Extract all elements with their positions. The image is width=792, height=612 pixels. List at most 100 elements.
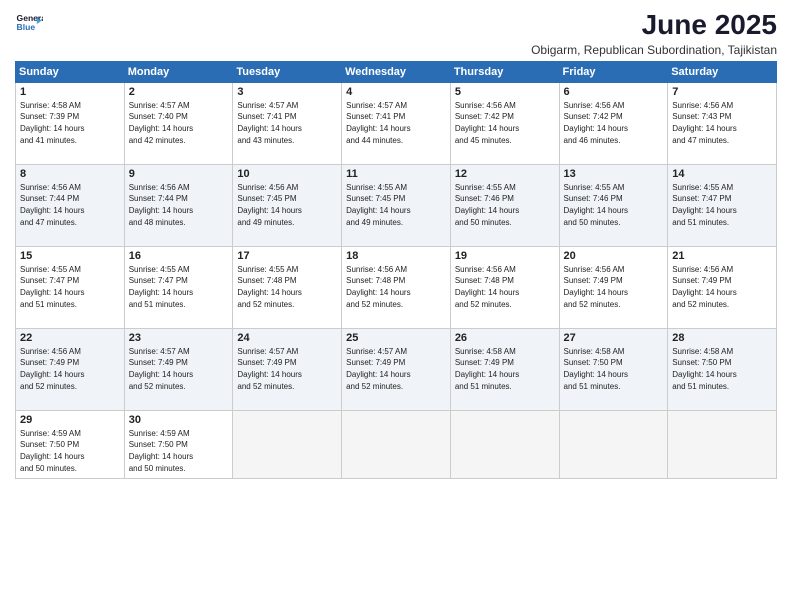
day-info: Sunrise: 4:55 AM Sunset: 7:48 PM Dayligh… (237, 264, 337, 310)
day-info: Sunrise: 4:58 AM Sunset: 7:39 PM Dayligh… (20, 100, 120, 146)
day-number: 3 (237, 86, 337, 98)
table-row: 27 Sunrise: 4:58 AM Sunset: 7:50 PM Dayli… (559, 328, 668, 410)
day-number: 1 (20, 86, 120, 98)
day-info: Sunrise: 4:58 AM Sunset: 7:49 PM Dayligh… (455, 346, 555, 392)
day-info: Sunrise: 4:58 AM Sunset: 7:50 PM Dayligh… (564, 346, 664, 392)
table-row (450, 410, 559, 478)
table-row: 19Sunrise: 4:56 AM Sunset: 7:48 PM Dayli… (450, 246, 559, 328)
day-info: Sunrise: 4:56 AM Sunset: 7:48 PM Dayligh… (346, 264, 446, 310)
col-sunday: Sunday (16, 61, 125, 82)
table-row: 23Sunrise: 4:57 AM Sunset: 7:49 PM Dayli… (124, 328, 233, 410)
table-row (668, 410, 777, 478)
day-info: Sunrise: 4:56 AM Sunset: 7:44 PM Dayligh… (129, 182, 229, 228)
day-number: 7 (672, 86, 772, 98)
day-info: Sunrise: 4:55 AM Sunset: 7:46 PM Dayligh… (564, 182, 664, 228)
day-info: Sunrise: 4:57 AM Sunset: 7:49 PM Dayligh… (237, 346, 337, 392)
calendar-header: Sunday Monday Tuesday Wednesday Thursday… (16, 61, 777, 82)
day-number: 23 (129, 332, 229, 344)
month-title: June 2025 (531, 10, 777, 41)
day-info: Sunrise: 4:59 AM Sunset: 7:50 PM Dayligh… (20, 428, 120, 474)
day-info: Sunrise: 4:56 AM Sunset: 7:49 PM Dayligh… (564, 264, 664, 310)
day-number: 14 (672, 168, 772, 180)
header-row: Sunday Monday Tuesday Wednesday Thursday… (16, 61, 777, 82)
day-info: Sunrise: 4:56 AM Sunset: 7:44 PM Dayligh… (20, 182, 120, 228)
table-row (233, 410, 342, 478)
day-info: Sunrise: 4:56 AM Sunset: 7:42 PM Dayligh… (455, 100, 555, 146)
day-info: Sunrise: 4:57 AM Sunset: 7:41 PM Dayligh… (237, 100, 337, 146)
subtitle: Obigarm, Republican Subordination, Tajik… (531, 43, 777, 57)
day-number: 4 (346, 86, 446, 98)
title-block: June 2025 Obigarm, Republican Subordinat… (531, 10, 777, 57)
table-row: 9 Sunrise: 4:56 AM Sunset: 7:44 PM Daylig… (124, 164, 233, 246)
calendar-body: 1 Sunrise: 4:58 AM Sunset: 7:39 PM Daylig… (16, 82, 777, 478)
day-number: 9 (129, 168, 229, 180)
day-info: Sunrise: 4:55 AM Sunset: 7:47 PM Dayligh… (20, 264, 120, 310)
table-row: 1 Sunrise: 4:58 AM Sunset: 7:39 PM Daylig… (16, 82, 125, 164)
table-row (559, 410, 668, 478)
day-number: 12 (455, 168, 555, 180)
table-row: 3 Sunrise: 4:57 AM Sunset: 7:41 PM Daylig… (233, 82, 342, 164)
table-row: 6Sunrise: 4:56 AM Sunset: 7:42 PM Daylig… (559, 82, 668, 164)
table-row: 25 Sunrise: 4:57 AM Sunset: 7:49 PM Dayli… (342, 328, 451, 410)
table-row: 13 Sunrise: 4:55 AM Sunset: 7:46 PM Dayli… (559, 164, 668, 246)
day-number: 25 (346, 332, 446, 344)
table-row: 18 Sunrise: 4:56 AM Sunset: 7:48 PM Dayli… (342, 246, 451, 328)
col-wednesday: Wednesday (342, 61, 451, 82)
table-row: 10 Sunrise: 4:56 AM Sunset: 7:45 PM Dayli… (233, 164, 342, 246)
day-number: 19 (455, 250, 555, 262)
day-info: Sunrise: 4:55 AM Sunset: 7:46 PM Dayligh… (455, 182, 555, 228)
table-row: 12 Sunrise: 4:55 AM Sunset: 7:46 PM Dayli… (450, 164, 559, 246)
table-row: 28 Sunrise: 4:58 AM Sunset: 7:50 PM Dayli… (668, 328, 777, 410)
day-number: 5 (455, 86, 555, 98)
day-number: 18 (346, 250, 446, 262)
day-number: 16 (129, 250, 229, 262)
day-number: 28 (672, 332, 772, 344)
day-info: Sunrise: 4:56 AM Sunset: 7:49 PM Dayligh… (20, 346, 120, 392)
day-number: 22 (20, 332, 120, 344)
day-info: Sunrise: 4:57 AM Sunset: 7:40 PM Dayligh… (129, 100, 229, 146)
col-monday: Monday (124, 61, 233, 82)
calendar: Sunday Monday Tuesday Wednesday Thursday… (15, 61, 777, 479)
day-number: 10 (237, 168, 337, 180)
day-number: 2 (129, 86, 229, 98)
day-number: 29 (20, 414, 120, 426)
logo: General Blue (15, 10, 43, 38)
day-number: 11 (346, 168, 446, 180)
col-thursday: Thursday (450, 61, 559, 82)
table-row: 2 Sunrise: 4:57 AM Sunset: 7:40 PM Daylig… (124, 82, 233, 164)
day-number: 30 (129, 414, 229, 426)
day-info: Sunrise: 4:58 AM Sunset: 7:50 PM Dayligh… (672, 346, 772, 392)
table-row: 11 Sunrise: 4:55 AM Sunset: 7:45 PM Dayli… (342, 164, 451, 246)
day-number: 15 (20, 250, 120, 262)
day-info: Sunrise: 4:57 AM Sunset: 7:49 PM Dayligh… (346, 346, 446, 392)
day-info: Sunrise: 4:59 AM Sunset: 7:50 PM Dayligh… (129, 428, 229, 474)
table-row: 29 Sunrise: 4:59 AM Sunset: 7:50 PM Dayli… (16, 410, 125, 478)
table-row: 4 Sunrise: 4:57 AM Sunset: 7:41 PM Daylig… (342, 82, 451, 164)
logo-icon: General Blue (15, 10, 43, 38)
table-row: 20 Sunrise: 4:56 AM Sunset: 7:49 PM Dayli… (559, 246, 668, 328)
page: General Blue June 2025 Obigarm, Republic… (0, 0, 792, 612)
table-row: 8 Sunrise: 4:56 AM Sunset: 7:44 PM Daylig… (16, 164, 125, 246)
day-number: 13 (564, 168, 664, 180)
day-info: Sunrise: 4:56 AM Sunset: 7:43 PM Dayligh… (672, 100, 772, 146)
col-saturday: Saturday (668, 61, 777, 82)
table-row: 26 Sunrise: 4:58 AM Sunset: 7:49 PM Dayli… (450, 328, 559, 410)
day-number: 26 (455, 332, 555, 344)
day-info: Sunrise: 4:55 AM Sunset: 7:47 PM Dayligh… (129, 264, 229, 310)
day-info: Sunrise: 4:57 AM Sunset: 7:41 PM Dayligh… (346, 100, 446, 146)
table-row: 14Sunrise: 4:55 AM Sunset: 7:47 PM Dayli… (668, 164, 777, 246)
table-row: 21Sunrise: 4:56 AM Sunset: 7:49 PM Dayli… (668, 246, 777, 328)
day-info: Sunrise: 4:56 AM Sunset: 7:45 PM Dayligh… (237, 182, 337, 228)
table-row: 16 Sunrise: 4:55 AM Sunset: 7:47 PM Dayli… (124, 246, 233, 328)
day-info: Sunrise: 4:55 AM Sunset: 7:45 PM Dayligh… (346, 182, 446, 228)
day-number: 27 (564, 332, 664, 344)
day-number: 17 (237, 250, 337, 262)
table-row: 15 Sunrise: 4:55 AM Sunset: 7:47 PM Dayli… (16, 246, 125, 328)
day-info: Sunrise: 4:56 AM Sunset: 7:49 PM Dayligh… (672, 264, 772, 310)
day-number: 8 (20, 168, 120, 180)
day-number: 20 (564, 250, 664, 262)
table-row: 24 Sunrise: 4:57 AM Sunset: 7:49 PM Dayli… (233, 328, 342, 410)
col-tuesday: Tuesday (233, 61, 342, 82)
day-number: 24 (237, 332, 337, 344)
day-number: 6 (564, 86, 664, 98)
